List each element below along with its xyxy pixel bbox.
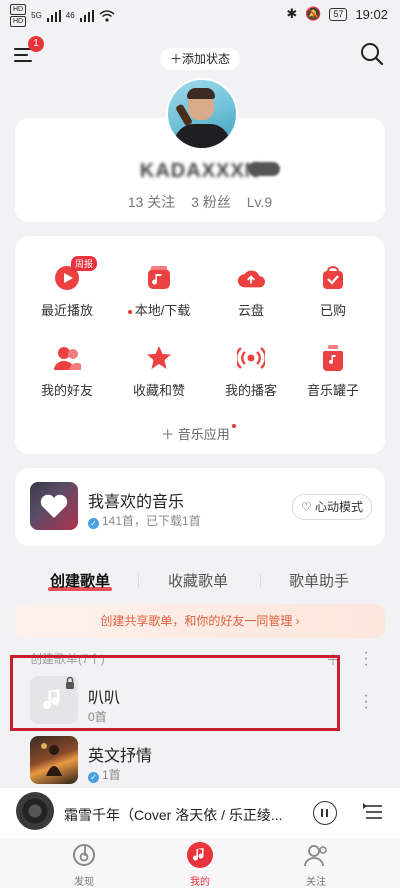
album-art [41,743,62,776]
nav-mine[interactable]: 我的 [170,842,230,888]
feature-cloud-disk[interactable]: 云盘 [205,264,297,319]
music-apps-button[interactable]: ＋ 音乐应用 [15,424,385,443]
music-note-icon [187,842,213,868]
feature-label: 音乐罐子 [306,383,359,398]
nav-label: 发现 [74,877,94,888]
menu-button[interactable]: 1 [14,36,44,66]
tab-created-playlists[interactable]: 创建歌单 [50,570,110,591]
playlist-cover[interactable] [30,736,78,784]
battery-icon: 57 [329,7,348,21]
signal-group-1: HD HD [10,4,27,27]
playlist-count-text: 1首 [102,768,121,782]
downloaded-check-icon: ✓ [88,772,99,783]
status-right: ✱ 🔕 57 19:02 [286,6,388,22]
feature-music-jar[interactable]: 音乐罐子 [287,344,379,399]
search-icon[interactable] [358,40,386,68]
playlist-count: ✓ 1首 [88,766,121,783]
network2-label: 46 [65,11,75,20]
clock: 19:02 [355,6,388,22]
network-label: 5G [31,11,42,20]
pause-icon [321,809,323,817]
feature-label: 云盘 [237,303,264,318]
cloud-upload-icon [237,264,265,292]
avatar[interactable] [166,78,238,150]
playlist-queue-icon[interactable] [362,801,384,823]
now-playing-title[interactable]: 霜雪千年（Cover 洛天依 / 乐正绫... [64,805,284,825]
liked-subtitle: ✓ 141首，已下载1首 [88,512,201,529]
tab-divider [260,574,261,588]
follow-icon [304,845,327,867]
menu-line-icon [14,60,32,62]
bag-check-icon [319,264,347,292]
nav-label: 我的 [190,877,210,888]
feature-recent-play[interactable]: 周报 最近播放 [21,256,113,319]
status-bar: HD HD 5G 46 ✱ 🔕 57 19:02 [0,0,400,28]
music-apps-label: ＋ 音乐应用 [161,427,230,442]
more-options-icon[interactable]: · · · [362,688,370,716]
pause-icon [326,809,328,817]
signal-bars-2-icon [79,9,94,22]
new-dot [127,309,132,314]
nav-discover[interactable]: 发现 [54,842,114,888]
music-jar-icon [319,344,347,372]
bluetooth-icon: ✱ [286,6,298,21]
feature-label: 我的好友 [40,383,93,398]
menu-line-icon [14,54,28,56]
signal-bars-icon [46,9,61,22]
playlist-name[interactable]: 英文抒情 [88,742,152,766]
heart-mode-label: 心动模式 [315,500,364,514]
avatar-body [174,124,230,148]
follow-count[interactable]: 13 关注 [128,194,175,210]
now-playing-disc[interactable] [16,792,54,830]
menu-badge: 1 [28,36,44,52]
podcast-icon [237,344,265,372]
more-options-icon[interactable]: · · · [362,645,370,673]
pause-button[interactable] [313,801,337,825]
wifi-icon [99,9,115,22]
feature-purchased[interactable]: 已购 [287,264,379,319]
highlight-annotation-box [10,655,340,731]
tab-collected-playlists[interactable]: 收藏歌单 [168,570,228,591]
new-dot [231,424,236,428]
sim1-badge: HD [10,4,27,15]
fans-count[interactable]: 3 粉丝 [191,194,231,210]
feature-favorites[interactable]: 收藏和赞 [113,344,205,399]
shared-playlist-banner[interactable]: 创建共享歌单，和你的好友一同管理 › [15,604,385,638]
add-status-button[interactable]: ＋添加状态 [160,48,240,70]
liked-subtitle-text: 141首，已下载1首 [102,514,201,528]
feature-label: 最近播放 [40,303,93,318]
netease-logo-icon [73,844,95,866]
status-left: HD HD 5G 46 [10,4,115,27]
feature-label: 我的播客 [224,383,277,398]
feature-label: 收藏和赞 [132,383,185,398]
level-badge[interactable]: Lv.9 [247,194,272,210]
tab-divider [138,574,139,588]
nav-follow[interactable]: 关注 [286,842,346,888]
feature-local-download[interactable]: 本地/下载 [113,264,205,319]
downloaded-check-icon: ✓ [88,518,99,529]
feature-podcast[interactable]: 我的播客 [205,344,297,399]
feature-label: 本地/下载 [134,303,191,318]
tab-playlist-assistant[interactable]: 歌单助手 [289,570,349,591]
star-icon [145,344,173,372]
feature-grid: 周报 最近播放 本地/下载 云盘 已购 我的好友 收藏和赞 我的播客 音乐罐子 [15,236,385,454]
avatar-hair [187,88,215,99]
feature-label: 已购 [319,303,346,318]
heart-mode-button[interactable]: ♡ 心动模式 [292,494,372,520]
sim2-badge: HD [10,16,27,27]
profile-stats: 13 关注 3 粉丝 Lv.9 [15,192,385,212]
weekly-report-tag: 周报 [71,256,98,271]
music-folder-icon [145,264,173,292]
heart-icon [40,494,68,518]
liked-title: 我喜欢的音乐 [88,494,185,511]
liked-cover [30,482,78,530]
heart-outline-icon: ♡ [300,500,312,514]
mute-icon: 🔕 [305,6,322,21]
vip-tag [248,162,280,176]
feature-friends[interactable]: 我的好友 [21,344,113,399]
nav-label: 关注 [306,877,326,888]
friends-icon [53,344,81,372]
